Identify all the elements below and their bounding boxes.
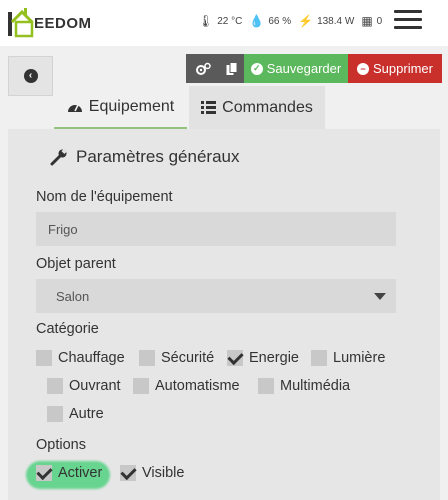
list-icon [201, 101, 217, 114]
category-ouvrant[interactable]: Ouvrant [47, 378, 121, 394]
alert-count: 0 [376, 15, 383, 27]
parent-select[interactable]: Salon [36, 279, 396, 313]
check-circle-icon: ✓ [250, 62, 263, 75]
category-autre[interactable]: Autre [47, 406, 104, 422]
alert-icon: ▦ [361, 14, 373, 28]
category-securite-label: Sécurité [161, 350, 215, 366]
checkbox-checked[interactable] [120, 465, 136, 481]
power-value: 138.4 W [317, 15, 355, 27]
name-field[interactable]: Frigo [36, 212, 396, 246]
logo-text: EEDOM [34, 15, 92, 32]
save-label: Sauvegarder [266, 61, 342, 76]
category-securite[interactable]: Sécurité [139, 350, 214, 366]
configure-button[interactable] [186, 54, 219, 83]
delete-button[interactable]: − Supprimer [348, 54, 442, 83]
hamburger-menu-icon[interactable] [394, 10, 422, 32]
checkbox[interactable] [47, 406, 63, 422]
checkbox-checked[interactable] [36, 465, 52, 481]
category-chauffage[interactable]: Chauffage [36, 350, 125, 366]
checkbox[interactable] [258, 378, 274, 394]
checkbox[interactable] [311, 350, 327, 366]
category-multimedia[interactable]: Multimédia [258, 378, 350, 394]
checkbox[interactable] [36, 350, 52, 366]
category-energie[interactable]: Energie [227, 350, 299, 366]
checkbox[interactable] [139, 350, 155, 366]
tab-equipement[interactable]: Equipement [54, 86, 187, 129]
tab-equipement-label: Equipement [88, 97, 175, 115]
category-energie-label: Energie [249, 350, 299, 366]
arrow-left-icon: ‹ [23, 69, 38, 83]
thermometer-icon: 🌡 [198, 14, 214, 28]
droplet-icon: 💧 [249, 14, 265, 28]
app-header: EEDOM 🌡 22 °C 💧 66 % ⚡ 138.4 W ▦ 0 [0, 0, 448, 46]
category-automatisme-label: Automatisme [155, 378, 240, 394]
checkbox-checked[interactable] [227, 350, 243, 366]
category-autre-label: Autre [69, 406, 104, 422]
caret-down-icon [374, 293, 386, 300]
copy-icon [226, 61, 237, 75]
humidity-value: 66 % [268, 15, 292, 27]
save-button[interactable]: ✓ Sauvegarder [244, 54, 348, 83]
tab-commandes-label: Commandes [222, 98, 313, 116]
status-bar: 🌡 22 °C 💧 66 % ⚡ 138.4 W ▦ 0 [198, 14, 385, 28]
name-label: Nom de l'équipement [36, 189, 173, 205]
category-lumiere[interactable]: Lumière [311, 350, 385, 366]
category-chauffage-label: Chauffage [58, 350, 125, 366]
tab-commandes[interactable]: Commandes [189, 86, 325, 129]
category-ouvrant-label: Ouvrant [69, 378, 121, 394]
section-title-text: Paramètres généraux [76, 147, 240, 166]
bolt-icon: ⚡ [298, 14, 314, 28]
temperature-value: 22 °C [217, 15, 243, 27]
option-visible-label: Visible [142, 465, 185, 481]
category-label: Catégorie [36, 321, 99, 337]
option-activer[interactable]: Activer [36, 465, 102, 481]
section-title: Paramètres généraux [50, 147, 239, 167]
category-automatisme[interactable]: Automatisme [133, 378, 240, 394]
checkbox[interactable] [133, 378, 149, 394]
checkbox[interactable] [47, 378, 63, 394]
category-lumiere-label: Lumière [333, 350, 386, 366]
delete-label: Supprimer [373, 61, 433, 76]
option-visible[interactable]: Visible [120, 465, 184, 481]
wrench-icon [50, 149, 67, 166]
name-value: Frigo [48, 221, 78, 237]
options-label: Options [36, 437, 86, 453]
category-multimedia-label: Multimédia [280, 378, 351, 394]
gears-icon [195, 62, 211, 75]
minus-circle-icon: − [357, 62, 370, 75]
back-button[interactable]: ‹ [8, 56, 53, 96]
option-activer-label: Activer [58, 465, 103, 481]
parent-value: Salon [56, 288, 90, 304]
copy-button[interactable] [219, 54, 244, 83]
tachometer-icon [67, 104, 82, 112]
parent-label: Objet parent [36, 256, 116, 272]
